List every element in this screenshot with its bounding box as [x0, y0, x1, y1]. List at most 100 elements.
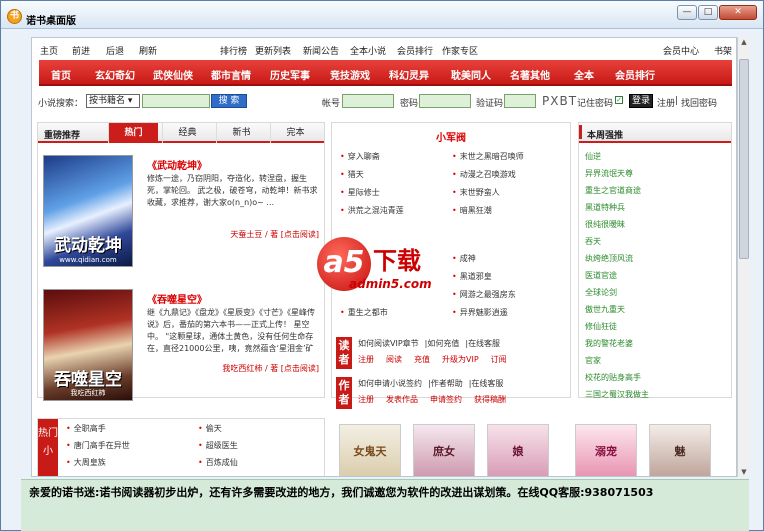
help-link[interactable]: 如何充值: [427, 339, 459, 348]
hot-item[interactable]: • 全职高手: [66, 423, 106, 434]
nav-complete[interactable]: 全本小说: [350, 44, 386, 57]
list-item[interactable]: • 暗黑狂潮: [452, 205, 492, 216]
nav-author-zone[interactable]: 作家专区: [442, 44, 478, 57]
scroll-down-icon[interactable]: ▼: [739, 467, 749, 477]
tab-hot[interactable]: 热门: [108, 123, 158, 143]
hot-item[interactable]: • 超级医生: [198, 440, 238, 451]
weekly-item[interactable]: 黑道特种兵: [585, 202, 625, 213]
maximize-button[interactable]: □: [698, 5, 718, 20]
nav-home[interactable]: 主页: [40, 44, 58, 57]
minimize-button[interactable]: —: [677, 5, 697, 20]
list-item[interactable]: • 异界魅影逍遥: [452, 307, 508, 318]
search-type-select[interactable]: 按书籍名 ▾: [86, 94, 140, 108]
weekly-item[interactable]: 我的警花老婆: [585, 338, 633, 349]
weekly-item[interactable]: 校花的贴身高手: [585, 372, 641, 383]
vertical-scrollbar[interactable]: ▲ ▼: [737, 37, 749, 477]
list-item[interactable]: • 猎天: [340, 169, 364, 180]
cat-home[interactable]: 首页: [51, 67, 71, 82]
help-link[interactable]: 升级为VIP: [442, 355, 479, 364]
book-thumbnail[interactable]: 魅: [649, 424, 711, 476]
help-link[interactable]: 获得稿酬: [474, 395, 506, 404]
account-input[interactable]: [342, 94, 394, 108]
help-link[interactable]: 注册: [358, 395, 374, 404]
book-thumbnail[interactable]: 溺宠: [575, 424, 637, 476]
list-item[interactable]: • 穿入聊斋: [340, 151, 380, 162]
nav-back[interactable]: 后退: [106, 44, 124, 57]
help-link[interactable]: 申请签约: [430, 395, 462, 404]
tab-classic[interactable]: 经典: [162, 123, 212, 143]
list-item[interactable]: • 洪荒之混沌青莲: [340, 205, 404, 216]
read-link[interactable]: [点击阅读]: [281, 230, 319, 239]
help-link[interactable]: 订阅: [491, 355, 507, 364]
cat-games[interactable]: 竞技游戏: [330, 67, 370, 82]
weekly-item[interactable]: 很纯很暧昧: [585, 219, 625, 230]
cat-fanfic[interactable]: 耽美同人: [451, 67, 491, 82]
list-item[interactable]: • 末世之黑暗召唤师: [452, 151, 524, 162]
help-link[interactable]: 在线客服: [468, 339, 500, 348]
nav-bookshelf[interactable]: 书架: [714, 44, 732, 57]
hot-item[interactable]: • 大周皇族: [66, 457, 106, 468]
register-link[interactable]: 注册: [657, 96, 675, 109]
help-link[interactable]: 充值: [414, 355, 430, 364]
nav-news[interactable]: 新闻公告: [303, 44, 339, 57]
book-title[interactable]: 《吞噬星空》: [147, 291, 207, 306]
remember-checkbox[interactable]: ✓: [615, 96, 623, 104]
nav-ranking[interactable]: 排行榜: [220, 44, 247, 57]
tab-new[interactable]: 新书: [216, 123, 266, 143]
recover-password-link[interactable]: 找回密码: [681, 96, 717, 109]
weekly-item[interactable]: 纨绔绝顶风流: [585, 253, 633, 264]
center-title[interactable]: 小军阀: [332, 129, 570, 144]
book-thumbnail[interactable]: 娘: [487, 424, 549, 476]
list-item[interactable]: • 重生之都市: [340, 307, 388, 318]
weekly-item[interactable]: 官家: [585, 355, 601, 366]
help-link[interactable]: 作者帮助: [431, 379, 463, 388]
weekly-item[interactable]: 重生之官道商途: [585, 185, 641, 196]
weekly-item[interactable]: 修仙狂徒: [585, 321, 617, 332]
weekly-item[interactable]: 全球论剑: [585, 287, 617, 298]
cat-urban[interactable]: 都市言情: [211, 67, 251, 82]
book-cover[interactable]: 吞噬星空 我吃西红柿: [43, 289, 133, 401]
weekly-item[interactable]: 异界流氓天尊: [585, 168, 633, 179]
weekly-item[interactable]: 三国之蜀汉我做主: [585, 389, 649, 399]
nav-member-rank[interactable]: 会员排行: [397, 44, 433, 57]
hot-item[interactable]: • 百炼成仙: [198, 457, 238, 468]
nav-forward[interactable]: 前进: [72, 44, 90, 57]
cat-member-rank[interactable]: 会员排行: [615, 67, 655, 82]
cat-history[interactable]: 历史军事: [270, 67, 310, 82]
help-link[interactable]: 如何申请小说签约: [358, 379, 422, 388]
weekly-item[interactable]: 傲世九重天: [585, 304, 625, 315]
nav-refresh[interactable]: 刷新: [139, 44, 157, 57]
hot-item[interactable]: • 唐门高手在异世: [66, 440, 130, 451]
list-item[interactable]: • 末世野蛮人: [452, 187, 500, 198]
weekly-item[interactable]: 仙逆: [585, 151, 601, 162]
scroll-up-icon[interactable]: ▲: [739, 37, 749, 47]
tab-finished[interactable]: 完本: [270, 123, 320, 143]
cat-fantasy[interactable]: 玄幻奇幻: [95, 67, 135, 82]
cat-finished[interactable]: 全本: [574, 67, 594, 82]
weekly-item[interactable]: 医道官途: [585, 270, 617, 281]
book-thumbnail[interactable]: 女鬼天: [339, 424, 401, 476]
captcha-input[interactable]: [504, 94, 536, 108]
book-thumbnail[interactable]: 庶女: [413, 424, 475, 476]
cat-scifi[interactable]: 科幻灵异: [389, 67, 429, 82]
help-link[interactable]: 发表作品: [386, 395, 418, 404]
book-title[interactable]: 《武动乾坤》: [147, 157, 207, 172]
weekly-item[interactable]: 吞天: [585, 236, 601, 247]
list-item[interactable]: • 星际修士: [340, 187, 380, 198]
read-link[interactable]: [点击阅读]: [281, 364, 319, 373]
search-button[interactable]: 搜 索: [211, 94, 247, 108]
password-input[interactable]: [419, 94, 471, 108]
search-input[interactable]: [142, 94, 210, 108]
hot-item[interactable]: • 偷天: [198, 423, 222, 434]
scroll-thumb[interactable]: [739, 59, 749, 259]
help-link[interactable]: 在线客服: [471, 379, 503, 388]
help-link[interactable]: 如何阅读VIP章节: [358, 339, 419, 348]
nav-member-center[interactable]: 会员中心: [663, 44, 699, 57]
close-button[interactable]: ✕: [719, 5, 757, 20]
book-cover[interactable]: 武动乾坤 www.qidian.com: [43, 155, 133, 267]
cat-wuxia[interactable]: 武侠仙侠: [153, 67, 193, 82]
list-item[interactable]: • 动漫之召唤游戏: [452, 169, 516, 180]
login-button[interactable]: 登录: [629, 94, 653, 108]
nav-updates[interactable]: 更新列表: [255, 44, 291, 57]
cat-classics[interactable]: 名著其他: [510, 67, 550, 82]
